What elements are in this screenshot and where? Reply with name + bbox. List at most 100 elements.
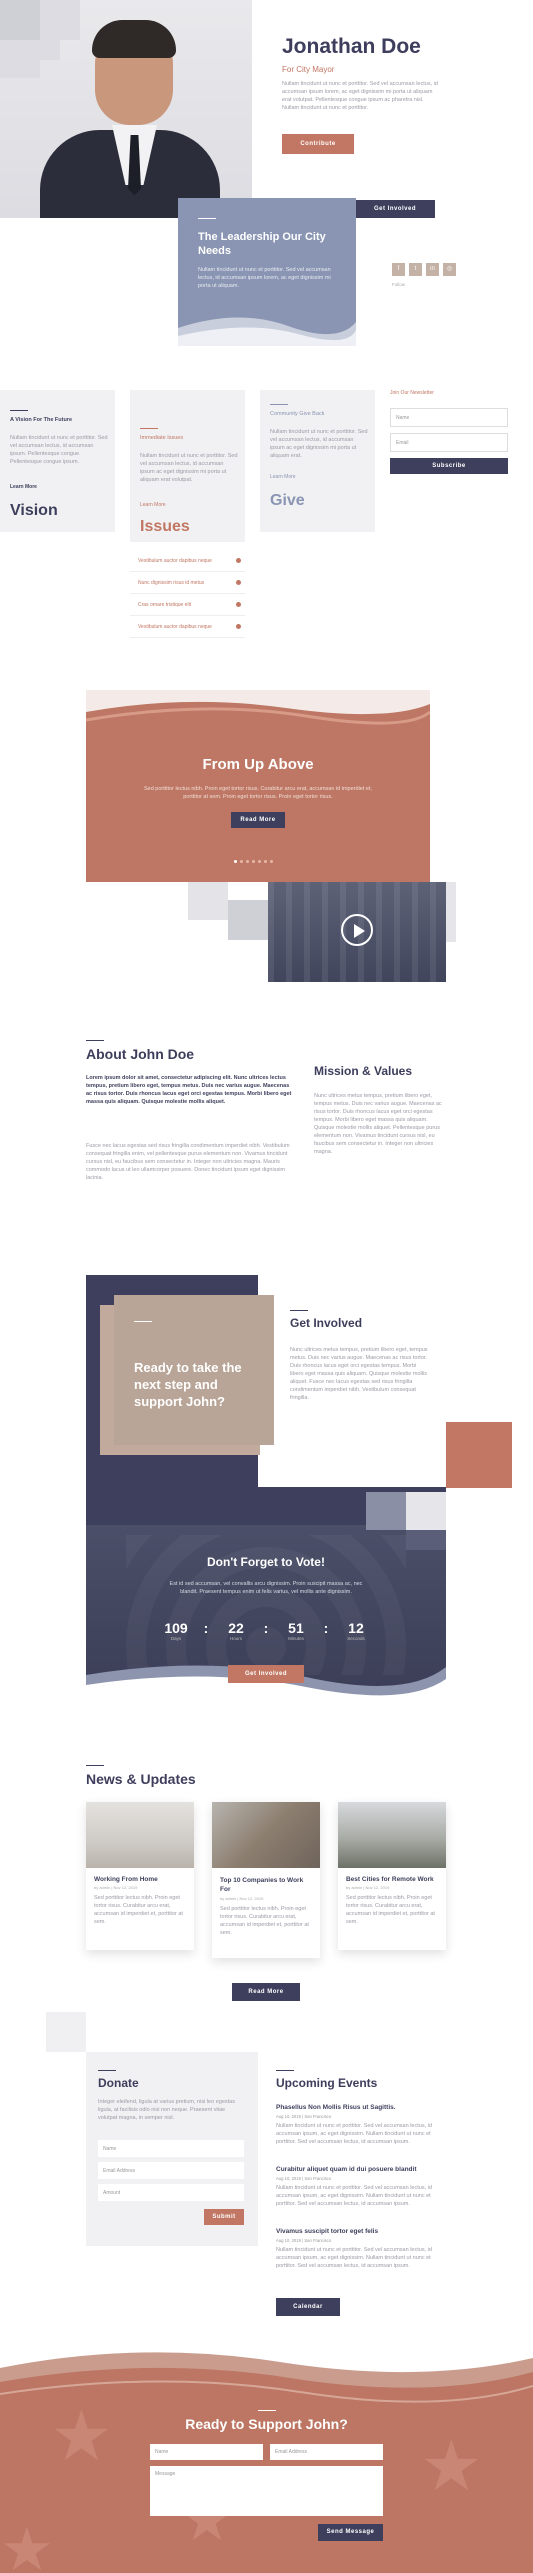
news-read-more-button[interactable]: Read More	[232, 1983, 300, 2001]
facebook-icon[interactable]: f	[392, 263, 405, 276]
pillar-link[interactable]: Learn More	[140, 502, 166, 508]
pillar-kicker: A Vision For The Future	[10, 417, 73, 423]
pillar-give: Community Give Back Nullam tincidunt ut …	[260, 390, 375, 532]
hero-paragraph: Nullam tincidunt ut nunc et porttitor. S…	[282, 81, 438, 111]
event-item: Vivamus suscipit tortor eget felis Aug 1…	[276, 2228, 446, 2270]
instagram-icon[interactable]: ◎	[443, 263, 456, 276]
svg-text:★: ★	[50, 2395, 113, 2477]
event-text: Nullam tincidunt ut nunc et porttitor. S…	[276, 2123, 432, 2145]
video-player[interactable]	[268, 882, 446, 982]
social-icons: f t in ◎	[392, 263, 456, 276]
news-image	[86, 1802, 194, 1868]
slider-dot[interactable]	[252, 860, 255, 863]
pillar-text: Nullam tincidunt ut nunc et porttitor. S…	[10, 435, 108, 465]
leadership-card: The Leadership Our City Needs Nullam tin…	[178, 198, 356, 346]
follow-label: Follow	[392, 282, 406, 287]
involved-text: Nunc ultrices metus tempus, pretium libe…	[290, 1347, 428, 1401]
pillar-link[interactable]: Learn More	[10, 484, 37, 490]
news-card-text: Sed porttitor lectus nibh. Proin eget to…	[220, 1906, 309, 1936]
support-message-field[interactable]: Message	[150, 2466, 383, 2516]
support-name-field[interactable]: Name	[150, 2444, 263, 2460]
event-title[interactable]: Vivamus suscipit tortor eget felis	[276, 2228, 446, 2235]
involved-title: Get Involved	[290, 1316, 363, 1330]
name-field[interactable]: Name	[390, 408, 508, 427]
candidate-role: For City Mayor	[282, 65, 335, 74]
donate-amount-field[interactable]: Amount	[98, 2184, 244, 2201]
vote-title: Don't Forget to Vote!	[207, 1555, 325, 1569]
slider-dot[interactable]	[270, 860, 273, 863]
pillar-vision: A Vision For The Future Nullam tincidunt…	[0, 390, 115, 532]
vote-get-involved-button[interactable]: Get Involved	[228, 1665, 304, 1683]
pillar-link[interactable]: Learn More	[270, 474, 296, 480]
about-title: About John Doe	[86, 1046, 195, 1062]
news-card[interactable]: Working From Home by admin | Nov 12, 201…	[86, 1802, 194, 1950]
subscribe-button[interactable]: Subscribe	[390, 458, 508, 474]
candidate-name: Jonathan Doe	[282, 35, 421, 58]
pillar-title: Give	[270, 492, 305, 509]
news-card-date: by admin | Nov 12, 2019	[220, 1896, 264, 1901]
leadership-title: The Leadership Our City Needs	[198, 231, 326, 257]
about-paragraph: Fusce nec lacus egestas sed risus fringi…	[86, 1143, 290, 1181]
contribute-button[interactable]: Contribute	[282, 134, 354, 154]
issues-list: Vestibulum auctor dapibus neque Nunc dig…	[130, 550, 245, 638]
events-panel: Upcoming Events Phasellus Non Mollis Ris…	[276, 2052, 446, 2322]
news-card[interactable]: Best Cities for Remote Work by admin | N…	[338, 1802, 446, 1950]
send-message-button[interactable]: Send Message	[318, 2524, 383, 2541]
arrow-icon	[236, 558, 241, 563]
event-text: Nullam tincidunt ut nunc et porttitor. S…	[276, 2185, 432, 2207]
donate-name-field[interactable]: Name	[98, 2140, 244, 2157]
pillars-section: A Vision For The Future Nullam tincidunt…	[0, 390, 533, 660]
slider-dot[interactable]	[258, 860, 261, 863]
news-image	[338, 1802, 446, 1868]
pillar-kicker: Community Give Back	[270, 411, 325, 417]
calendar-button[interactable]: Calendar	[276, 2298, 340, 2316]
email-field[interactable]: Email	[390, 433, 508, 452]
news-card-text: Sed porttitor lectus nibh. Proin eget to…	[346, 1895, 435, 1925]
list-item[interactable]: Cras ornare tristique elit	[130, 594, 245, 616]
news-card-title[interactable]: Best Cities for Remote Work	[338, 1868, 446, 1885]
slider-dot[interactable]	[246, 860, 249, 863]
event-text: Nullam tincidunt ut nunc et porttitor. S…	[276, 2247, 432, 2269]
news-card-title[interactable]: Working From Home	[86, 1868, 194, 1885]
support-email-field[interactable]: Email Address	[270, 2444, 383, 2460]
linkedin-icon[interactable]: in	[426, 263, 439, 276]
news-card-text: Sed porttitor lectus nibh. Proin eget to…	[94, 1895, 183, 1925]
countdown-minutes: 51 Minutes	[288, 1620, 304, 1641]
slider-dots	[234, 860, 273, 863]
donate-submit-button[interactable]: Submit	[204, 2209, 244, 2225]
countdown-hours: 22 Hours	[228, 1620, 244, 1641]
event-meta: Aug 10, 2019 | San Francisco	[276, 2114, 332, 2119]
pillar-title: Vision	[10, 502, 58, 519]
twitter-icon[interactable]: t	[409, 263, 422, 276]
slider-dot[interactable]	[264, 860, 267, 863]
slider-dot[interactable]	[234, 860, 237, 863]
about-lead: Lorem ipsum dolor sit amet, consectetur …	[86, 1075, 292, 1105]
news-card-date: by admin | Nov 12, 2019	[346, 1885, 390, 1890]
slider-dot[interactable]	[240, 860, 243, 863]
about-section: About John Doe Lorem ipsum dolor sit ame…	[86, 1040, 446, 1240]
list-item[interactable]: Vestibulum auctor dapibus neque	[130, 550, 245, 572]
news-card-title[interactable]: Top 10 Companies to Work For	[212, 1868, 320, 1896]
arrow-icon	[236, 580, 241, 585]
newsletter-label: Join Our Newsletter	[390, 390, 434, 396]
support-section: ★ ★ ★ ★ Ready to Support John? Name Emai…	[0, 2340, 533, 2573]
list-item[interactable]: Nunc dignissim risus id metus	[130, 572, 245, 594]
event-meta: Aug 10, 2019 | San Francisco	[276, 2176, 332, 2181]
donate-email-field[interactable]: Email Address	[98, 2162, 244, 2179]
events-title: Upcoming Events	[276, 2076, 378, 2090]
arrow-icon	[236, 602, 241, 607]
event-item: Phasellus Non Mollis Risus ut Sagittis. …	[276, 2104, 446, 2146]
list-item[interactable]: Vestibulum auctor dapibus neque	[130, 616, 245, 638]
news-card[interactable]: Top 10 Companies to Work For by admin | …	[212, 1802, 320, 1958]
slider-read-more-button[interactable]: Read More	[231, 812, 285, 828]
news-card-date: by admin | Nov 12, 2019	[94, 1885, 138, 1890]
get-involved-button[interactable]: Get Involved	[355, 200, 435, 218]
news-image	[212, 1802, 320, 1868]
hero-section: Jonathan Doe For City Mayor Nullam tinci…	[0, 0, 533, 360]
support-title: Ready to Support John?	[185, 2416, 348, 2432]
countdown-days: 109 Days	[164, 1620, 188, 1641]
event-title[interactable]: Curabitur aliquet quam id dui posuere bl…	[276, 2166, 446, 2173]
play-icon[interactable]	[341, 914, 373, 946]
event-title[interactable]: Phasellus Non Mollis Risus ut Sagittis.	[276, 2104, 446, 2111]
slider-title: From Up Above	[202, 756, 314, 773]
